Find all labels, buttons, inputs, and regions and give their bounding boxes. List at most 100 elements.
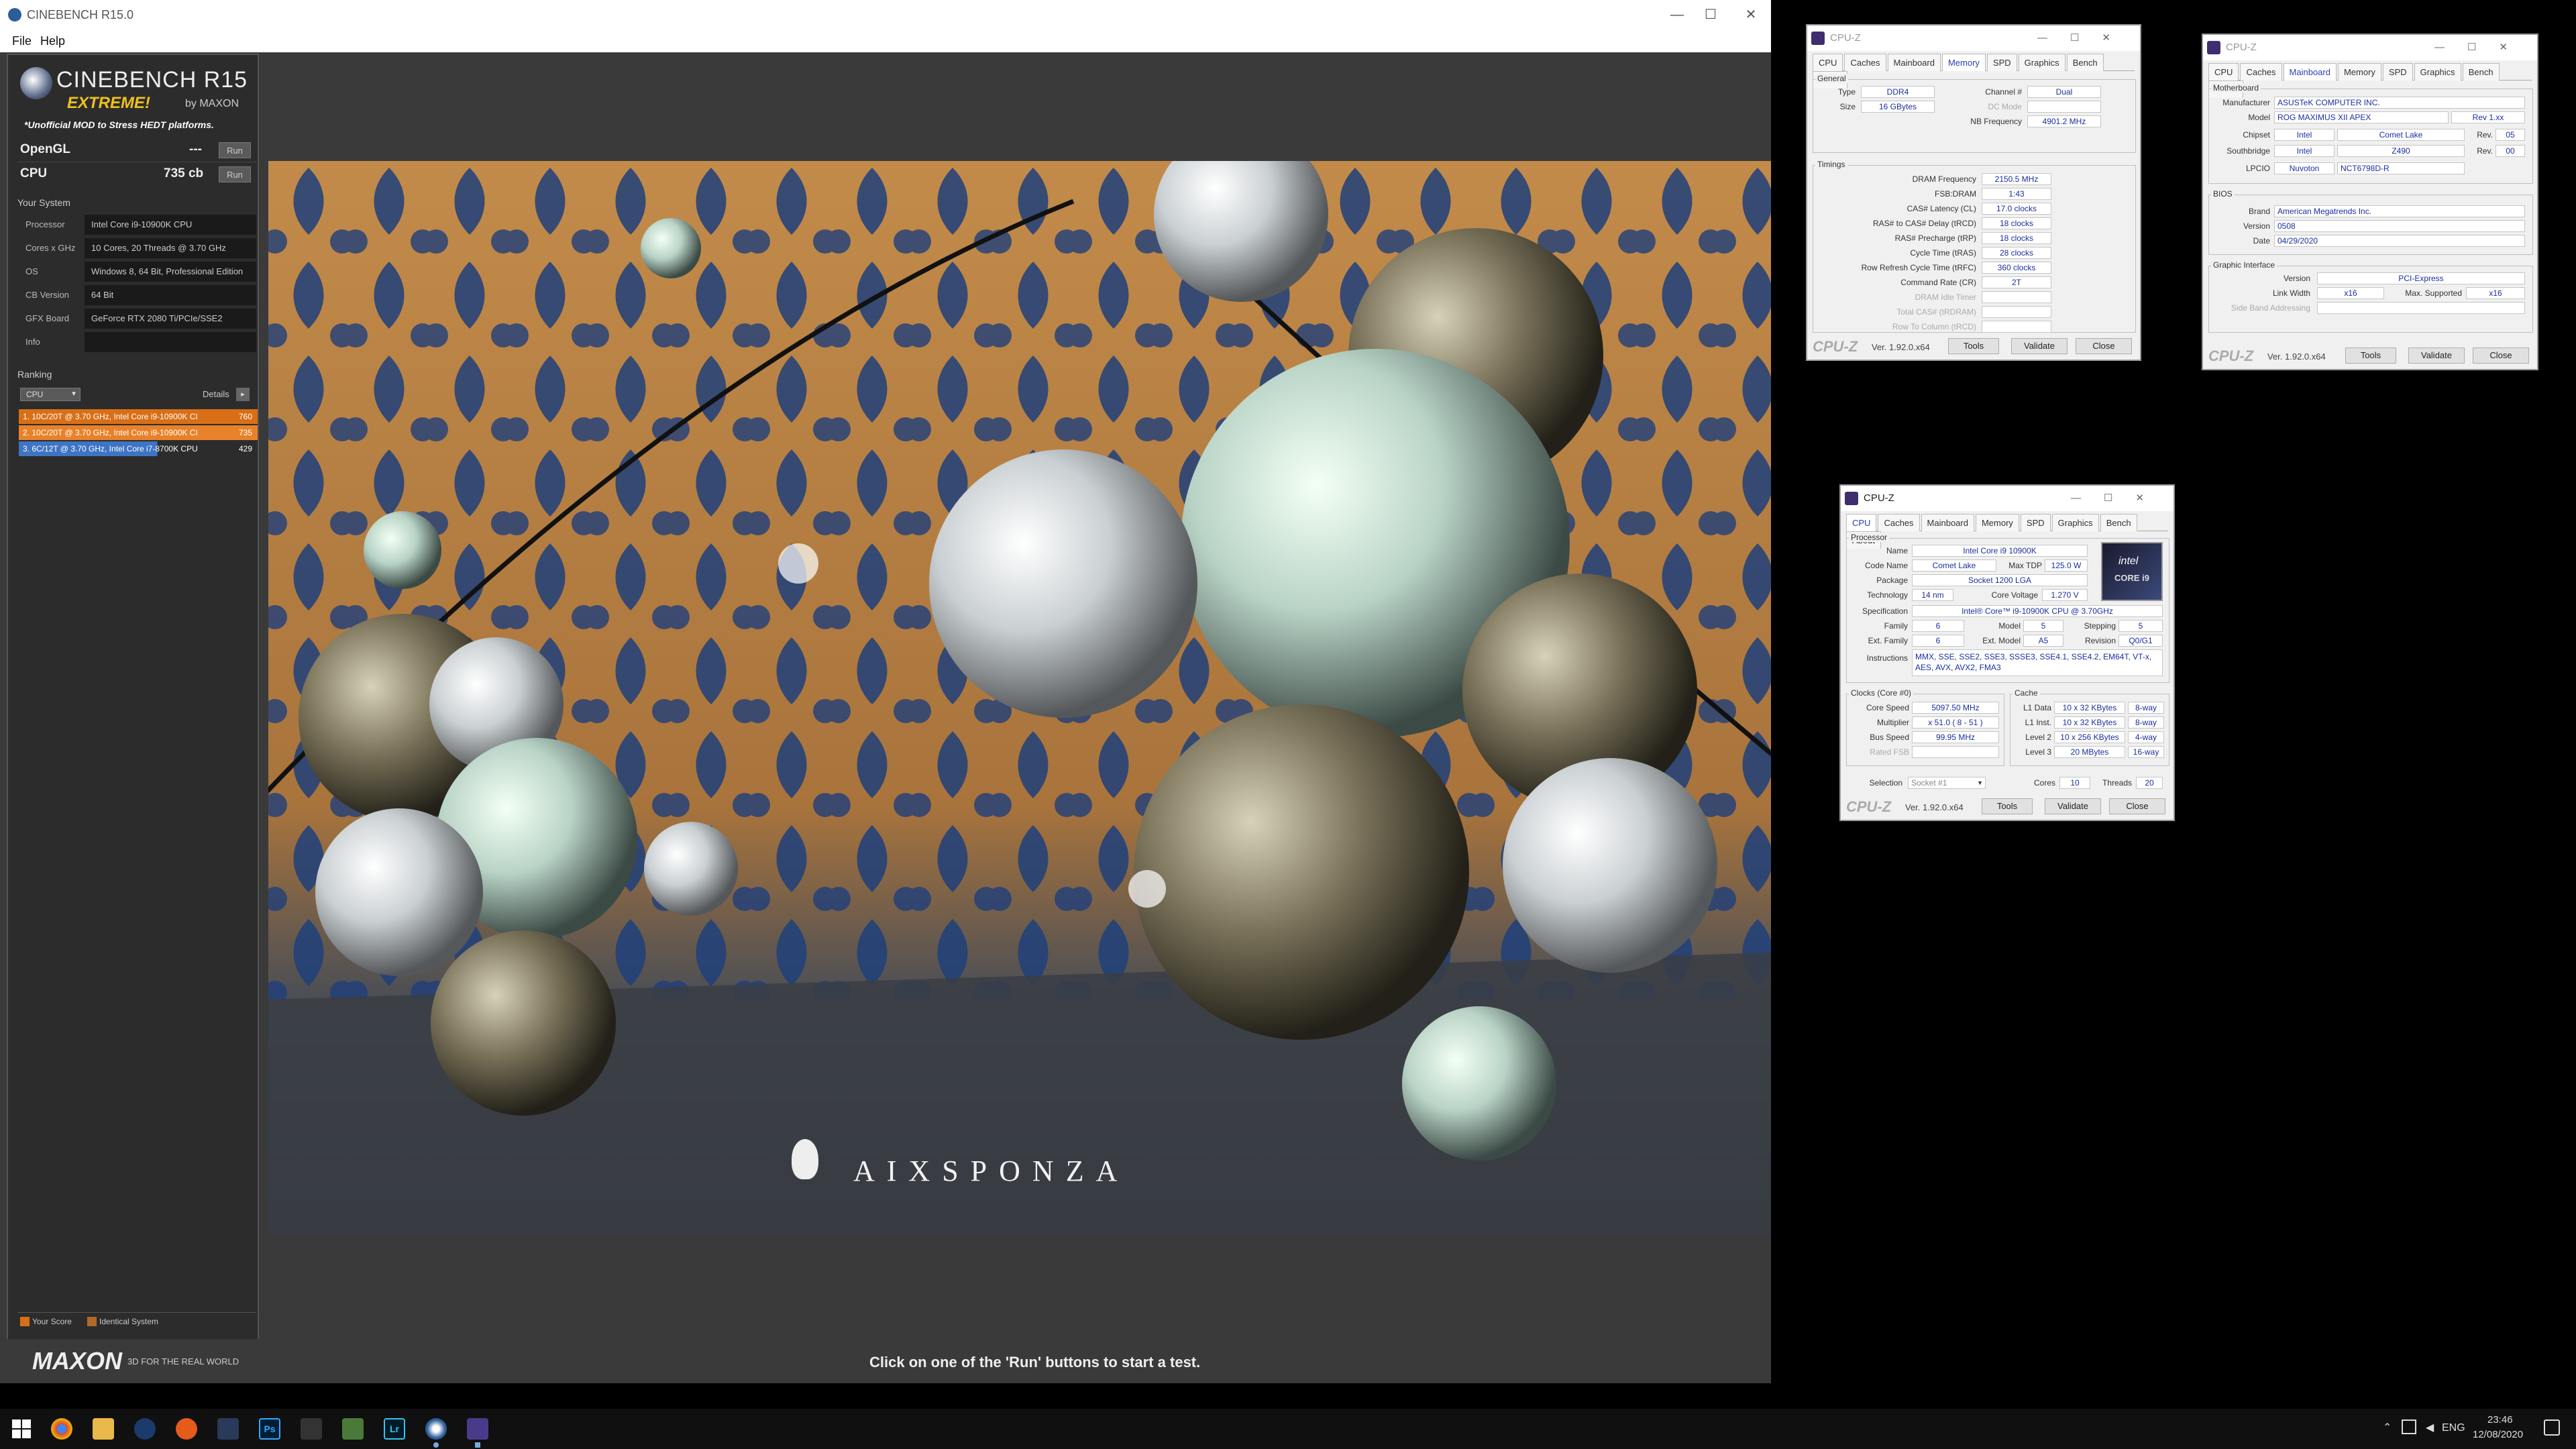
menu-file[interactable]: File xyxy=(12,30,32,52)
opengl-run-button[interactable]: Run xyxy=(219,142,251,158)
app-icon-dark[interactable] xyxy=(217,1418,239,1440)
tab-bench[interactable]: Bench xyxy=(2100,514,2137,531)
cpuz-memory-window: CPU-Z —☐✕ CPU Caches Mainboard Memory SPD Grap… xyxy=(1806,24,2141,361)
volume-icon[interactable]: ◀ xyxy=(2426,1421,2434,1434)
tab-mainboard[interactable]: Mainboard xyxy=(1921,514,1974,531)
channel-label: Channel # xyxy=(1985,87,2022,97)
system-label: Processor xyxy=(25,219,65,229)
size-label: Size xyxy=(1839,102,1856,111)
ext-model-value: A5 xyxy=(2023,635,2063,647)
cpu-run-button[interactable]: Run xyxy=(219,166,251,182)
tab-spd[interactable]: SPD xyxy=(2020,514,2051,531)
close-button[interactable]: Close xyxy=(2109,798,2165,814)
cinebench-app-icon xyxy=(8,8,21,21)
ranking-row[interactable]: 3. 6C/12T @ 3.70 GHz, Intel Core i7-8700… xyxy=(19,441,258,456)
cpuz-tabs: CPU Caches Mainboard Memory SPD Graphics Bench… xyxy=(2208,63,2532,98)
chrome-icon[interactable] xyxy=(51,1418,72,1440)
l1-inst-label: L1 Inst. xyxy=(2025,718,2051,727)
info-input[interactable] xyxy=(85,332,256,352)
tab-spd[interactable]: SPD xyxy=(2382,63,2413,80)
window-controls[interactable]: —☐✕ xyxy=(2434,35,2530,60)
tab-memory[interactable]: Memory xyxy=(1941,54,1986,71)
close-button[interactable]: Close xyxy=(2076,338,2132,354)
app-icon-orange[interactable] xyxy=(176,1418,197,1440)
app-icon-green[interactable] xyxy=(342,1418,364,1440)
photoshop-icon[interactable]: Ps xyxy=(259,1418,280,1440)
cpuz-mainboard-window: CPU-Z —☐✕ CPU Caches Mainboard Memory SPD Grap… xyxy=(2202,34,2538,370)
model-label: Model xyxy=(1998,621,2021,631)
tab-bench[interactable]: Bench xyxy=(2462,63,2500,80)
windows-start-icon[interactable] xyxy=(12,1419,31,1438)
tab-cpu[interactable]: CPU xyxy=(1846,514,1877,531)
maxon-logo: MAXON xyxy=(32,1347,122,1375)
tab-caches[interactable]: Caches xyxy=(1878,514,1920,531)
cpuz-tabs: CPU Caches Mainboard Memory SPD Graphics Bench… xyxy=(1813,54,2135,89)
ranking-legend: Your Score Identical System xyxy=(17,1312,256,1328)
tab-caches[interactable]: Caches xyxy=(1844,54,1886,71)
tab-cpu[interactable]: CPU xyxy=(2208,63,2239,80)
tools-button[interactable]: Tools xyxy=(2345,347,2396,364)
cpuz-footer: CPU-Z Ver. 1.92.0.x64 Tools Validate Clo… xyxy=(2203,343,2537,369)
menu-help[interactable]: Help xyxy=(40,30,65,52)
tab-bench[interactable]: Bench xyxy=(2066,54,2104,71)
socket-select[interactable]: Socket #1 ▼ xyxy=(1908,777,1986,789)
language-indicator[interactable]: ENG xyxy=(2442,1422,2465,1434)
ext-family-value: 6 xyxy=(1912,635,1964,647)
terminal-icon[interactable] xyxy=(301,1418,322,1440)
maximize-button[interactable]: ☐ xyxy=(1697,0,1724,30)
bios-brand-label: Brand xyxy=(2248,207,2270,216)
tab-caches[interactable]: Caches xyxy=(2240,63,2282,80)
tab-spd[interactable]: SPD xyxy=(1986,54,2017,71)
ranking-row[interactable]: 2. 10C/20T @ 3.70 GHz, Intel Core i9-109… xyxy=(19,425,258,440)
lpcio-model: NCT6798D-R xyxy=(2337,162,2465,174)
tools-button[interactable]: Tools xyxy=(1982,798,2033,814)
max-tdp-label: Max TDP xyxy=(2008,561,2042,570)
tab-memory[interactable]: Memory xyxy=(2337,63,2381,80)
code-name-value: Comet Lake xyxy=(1912,559,1996,572)
family-label: Family xyxy=(1884,621,1908,631)
ranking-select[interactable]: CPU ▼ xyxy=(20,388,80,401)
details-toggle-button[interactable]: ▸ xyxy=(236,388,250,401)
validate-button[interactable]: Validate xyxy=(2408,347,2465,364)
window-controls[interactable]: —☐✕ xyxy=(2071,486,2167,511)
lightroom-icon[interactable]: Lr xyxy=(384,1418,405,1440)
tray-chevron-up-icon[interactable]: ⌃ xyxy=(2383,1421,2392,1434)
tab-graphics[interactable]: Graphics xyxy=(2018,54,2065,71)
minimize-button[interactable]: — xyxy=(1664,0,1690,30)
tab-graphics[interactable]: Graphics xyxy=(2051,514,2099,531)
network-icon[interactable] xyxy=(2402,1419,2416,1434)
ranking-row[interactable]: 1. 10C/20T @ 3.70 GHz, Intel Core i9-109… xyxy=(19,409,258,424)
cinebench-taskbar-icon[interactable] xyxy=(425,1418,447,1440)
window-controls[interactable]: —☐✕ xyxy=(2037,25,2133,51)
validate-button[interactable]: Validate xyxy=(2045,798,2101,814)
system-label: GFX Board xyxy=(25,313,70,323)
motherboard-heading: Motherboard xyxy=(2211,83,2261,93)
tab-memory[interactable]: Memory xyxy=(1975,514,2019,531)
clock-date[interactable]: 12/08/2020 xyxy=(2473,1429,2523,1440)
validate-button[interactable]: Validate xyxy=(2011,338,2068,354)
tools-button[interactable]: Tools xyxy=(1948,338,1999,354)
clock-time[interactable]: 23:46 xyxy=(2487,1414,2513,1426)
steam-icon[interactable] xyxy=(134,1418,156,1440)
cores-value: 10 xyxy=(2059,777,2090,789)
tab-mainboard[interactable]: Mainboard xyxy=(1887,54,1941,71)
rated-fsb-label: Rated FSB xyxy=(1870,747,1909,757)
tab-mainboard[interactable]: Mainboard xyxy=(2283,63,2337,80)
cpuz-titlebar: CPU-Z —☐✕ xyxy=(2203,35,2537,60)
cpuz-taskbar-icon[interactable] xyxy=(467,1418,488,1440)
close-button[interactable]: ✕ xyxy=(1737,0,1764,30)
name-value: Intel Core i9 10900K xyxy=(1912,545,2088,557)
instructions-value: MMX, SSE, SSE2, SSE3, SSSE3, SSE4.1, SSE… xyxy=(1912,649,2163,676)
manufacturer-label: Manufacturer xyxy=(2222,98,2270,107)
notification-icon[interactable] xyxy=(2544,1419,2560,1436)
ranking-score: 735 xyxy=(238,428,252,437)
cpuz-footer: CPU-Z Ver. 1.92.0.x64 Tools Validate Clo… xyxy=(1841,794,2174,820)
tab-cpu[interactable]: CPU xyxy=(1813,54,1843,71)
timing-value: 18 clocks xyxy=(1982,217,2051,229)
tab-graphics[interactable]: Graphics xyxy=(2414,63,2461,80)
render-scene-image xyxy=(268,161,1771,1236)
close-button[interactable]: Close xyxy=(2473,347,2529,364)
file-explorer-icon[interactable] xyxy=(93,1418,114,1440)
cpu-label: CPU xyxy=(20,166,48,180)
core-speed-value: 5097.50 MHz xyxy=(1912,702,1999,714)
